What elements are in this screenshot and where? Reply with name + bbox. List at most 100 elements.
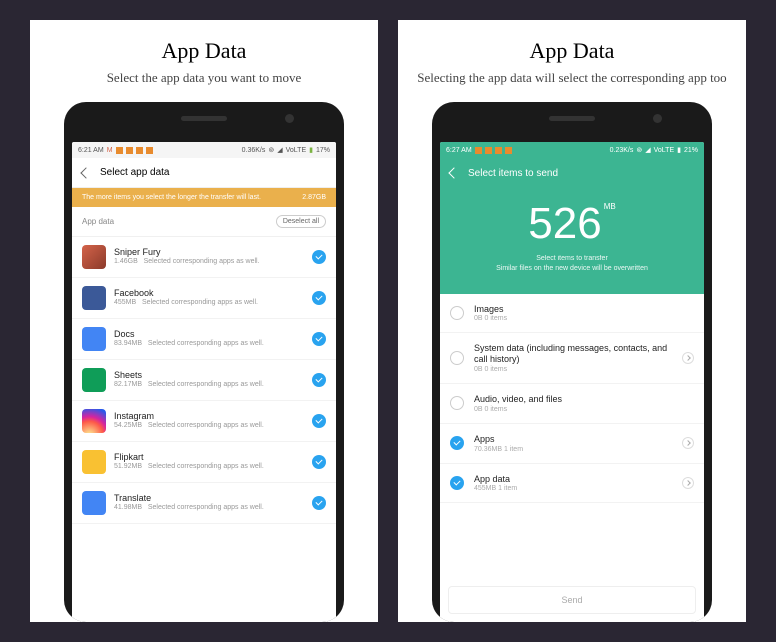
checkbox-icon[interactable] (312, 414, 326, 428)
send-button[interactable]: Send (448, 586, 696, 614)
app-item[interactable]: Instagram54.25MB Selected corresponding … (72, 401, 336, 442)
status-time: 6:27 AM (446, 147, 472, 154)
radio-icon[interactable] (450, 476, 464, 490)
app-name: Translate (114, 493, 304, 503)
notif-icon (495, 147, 502, 154)
app-icon (82, 368, 106, 392)
category-name: Images (474, 304, 694, 315)
screen-header: Select app data (72, 158, 336, 188)
screen-header: Select items to send (440, 158, 704, 188)
app-icon (82, 450, 106, 474)
deselect-all-button[interactable]: Deselect all (276, 215, 326, 228)
total-size-value: 526 (528, 199, 601, 248)
notif-icon (505, 147, 512, 154)
panel-title: App Data (530, 38, 615, 64)
category-sub: 0B 0 items (474, 315, 694, 322)
app-name: Docs (114, 329, 304, 339)
category-item[interactable]: Audio, video, and files0B 0 items (440, 384, 704, 424)
chevron-right-icon[interactable] (682, 477, 694, 489)
back-icon[interactable] (80, 167, 91, 178)
category-sub: 70.36MB 1 item (474, 446, 672, 453)
category-item[interactable]: Images0B 0 items (440, 294, 704, 334)
back-icon[interactable] (448, 167, 459, 178)
hero-section: 526MB Select items to transfer Similar f… (440, 188, 704, 294)
status-time: 6:21 AM (78, 147, 104, 154)
category-item[interactable]: Apps70.36MB 1 item (440, 424, 704, 464)
total-size-unit: MB (604, 202, 616, 211)
chevron-right-icon[interactable] (682, 437, 694, 449)
notif-icon (475, 147, 482, 154)
category-list: Images0B 0 itemsSystem data (including m… (440, 294, 704, 578)
app-name: Instagram (114, 411, 304, 421)
app-list: Sniper Fury1.46GB Selected corresponding… (72, 237, 336, 622)
status-bar: 6:27 AM 0.23K/s ⊚ ◢ VoLTE ▮ 21% (440, 142, 704, 158)
wifi-icon: ⊚ (636, 146, 642, 154)
app-sub: 54.25MB Selected corresponding apps as w… (114, 421, 304, 430)
radio-icon[interactable] (450, 306, 464, 320)
phone-frame: 6:21 AM M 0.36K/s ⊚ ◢ VoLTE ▮ 17% (64, 102, 344, 622)
phone-screen: 6:27 AM 0.23K/s ⊚ ◢ VoLTE ▮ 21% Select (440, 142, 704, 622)
radio-icon[interactable] (450, 396, 464, 410)
checkbox-icon[interactable] (312, 373, 326, 387)
app-icon (82, 409, 106, 433)
app-icon (82, 327, 106, 351)
header-title: Select app data (100, 167, 170, 178)
app-sub: 82.17MB Selected corresponding apps as w… (114, 380, 304, 389)
panel-subtitle: Select the app data you want to move (107, 70, 302, 86)
chevron-right-icon[interactable] (682, 352, 694, 364)
header-title: Select items to send (468, 168, 558, 179)
signal-icon: ◢ (277, 146, 282, 154)
checkbox-icon[interactable] (312, 250, 326, 264)
app-sub: 41.98MB Selected corresponding apps as w… (114, 503, 304, 512)
category-name: System data (including messages, contact… (474, 343, 672, 365)
app-icon (82, 245, 106, 269)
mail-icon: M (107, 147, 113, 154)
banner-text: The more items you select the longer the… (82, 194, 261, 201)
phone-screen: 6:21 AM M 0.36K/s ⊚ ◢ VoLTE ▮ 17% (72, 142, 336, 622)
app-sub: 455MB Selected corresponding apps as wel… (114, 298, 304, 307)
radio-icon[interactable] (450, 351, 464, 365)
category-sub: 0B 0 items (474, 406, 694, 413)
category-name: Apps (474, 434, 672, 445)
hero-line1: Select items to transfer (450, 254, 694, 264)
app-icon (82, 286, 106, 310)
checkbox-icon[interactable] (312, 291, 326, 305)
hero-line2: Similar files on the new device will be … (450, 264, 694, 274)
volte-label: VoLTE (654, 147, 675, 154)
app-icon (82, 491, 106, 515)
status-speed: 0.23K/s (610, 147, 634, 154)
app-item[interactable]: Flipkart51.92MB Selected corresponding a… (72, 442, 336, 483)
notif-icon (116, 147, 123, 154)
notif-icon (146, 147, 153, 154)
right-panel: App Data Selecting the app data will sel… (398, 20, 746, 622)
radio-icon[interactable] (450, 436, 464, 450)
notif-icon (485, 147, 492, 154)
status-bar: 6:21 AM M 0.36K/s ⊚ ◢ VoLTE ▮ 17% (72, 142, 336, 158)
app-name: Sheets (114, 370, 304, 380)
info-banner: The more items you select the longer the… (72, 188, 336, 207)
checkbox-icon[interactable] (312, 332, 326, 346)
battery-pct: 21% (684, 147, 698, 154)
app-name: Flipkart (114, 452, 304, 462)
category-name: Audio, video, and files (474, 394, 694, 405)
app-item[interactable]: Docs83.94MB Selected corresponding apps … (72, 319, 336, 360)
app-item[interactable]: Facebook455MB Selected corresponding app… (72, 278, 336, 319)
battery-icon: ▮ (677, 146, 681, 154)
app-item[interactable]: Translate41.98MB Selected corresponding … (72, 483, 336, 524)
app-item[interactable]: Sheets82.17MB Selected corresponding app… (72, 360, 336, 401)
app-sub: 1.46GB Selected corresponding apps as we… (114, 257, 304, 266)
category-item[interactable]: System data (including messages, contact… (440, 333, 704, 384)
app-name: Sniper Fury (114, 247, 304, 257)
section-label: App data (82, 217, 114, 226)
app-item[interactable]: Sniper Fury1.46GB Selected corresponding… (72, 237, 336, 278)
banner-size: 2.87GB (302, 194, 326, 201)
wifi-icon: ⊚ (268, 146, 274, 154)
panel-title: App Data (162, 38, 247, 64)
checkbox-icon[interactable] (312, 496, 326, 510)
category-item[interactable]: App data455MB 1 item (440, 464, 704, 504)
app-sub: 83.94MB Selected corresponding apps as w… (114, 339, 304, 348)
checkbox-icon[interactable] (312, 455, 326, 469)
battery-icon: ▮ (309, 146, 313, 154)
category-name: App data (474, 474, 672, 485)
section-header: App data Deselect all (72, 207, 336, 237)
